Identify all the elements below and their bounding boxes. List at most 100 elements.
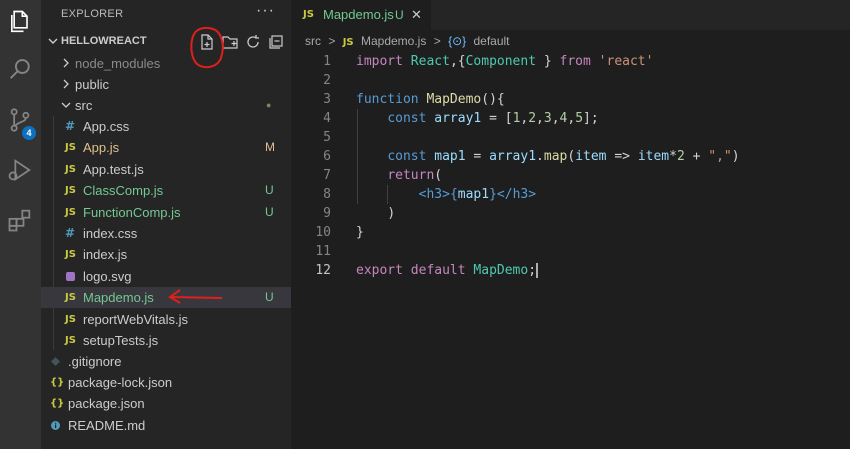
tree-item[interactable]: JS Mapdemo.js U: [41, 287, 291, 308]
json-file-icon: {}: [50, 398, 65, 409]
line-number: 4: [323, 111, 331, 126]
symbol-variable-icon: {⊙}: [448, 34, 467, 48]
tree-item[interactable]: JS index.js: [41, 244, 291, 265]
code-content: import React,{Component } from 'react': [356, 54, 654, 69]
tree-item[interactable]: JS App.js M: [41, 137, 291, 158]
code-line[interactable]: 1 import React,{Component } from 'react': [291, 52, 850, 71]
git-status-badge: U: [265, 205, 274, 219]
tree-item[interactable]: {} package.json: [41, 393, 291, 414]
close-icon[interactable]: ✕: [411, 0, 422, 30]
tree-item[interactable]: {} package-lock.json: [41, 372, 291, 393]
collapse-all-icon[interactable]: [267, 33, 285, 51]
code-content: <h3>{map1}</h3>: [418, 187, 537, 202]
files-icon[interactable]: [6, 8, 34, 36]
code-line[interactable]: 4 const array1 = [1,2,3,4,5];: [291, 109, 850, 128]
code-line[interactable]: 11: [291, 242, 850, 261]
breadcrumb-folder[interactable]: src: [305, 34, 321, 48]
js-file-icon: JS: [65, 142, 76, 153]
js-file-icon: JS: [65, 335, 76, 346]
tree-item-label: README.md: [68, 418, 146, 433]
chevron-right-icon: >: [328, 34, 336, 48]
new-file-icon[interactable]: [198, 33, 216, 51]
tree-item[interactable]: # App.css: [41, 116, 291, 137]
code-content: const array1 = [1,2,3,4,5];: [387, 111, 599, 126]
tree-item[interactable]: # index.css: [41, 223, 291, 244]
tree-item[interactable]: JS FunctionComp.js U: [41, 202, 291, 223]
run-debug-icon[interactable]: [6, 156, 34, 184]
code-content: const map1 = array1.map(item => item*2 +…: [387, 149, 740, 164]
code-editor[interactable]: 1 import React,{Component } from 'react' 2…: [291, 52, 850, 449]
breadcrumb-file[interactable]: Mapdemo.js: [361, 34, 426, 48]
line-number: 7: [323, 168, 331, 183]
code-line[interactable]: 6 const map1 = array1.map(item => item*2…: [291, 147, 850, 166]
tree-item-label: App.css: [83, 119, 130, 134]
css-file-icon: #: [65, 226, 76, 240]
git-diamond-icon: [50, 351, 61, 372]
tree-item-label: App.js: [83, 140, 120, 155]
code-content: export default MapDemo;: [356, 263, 539, 278]
line-number: 5: [323, 130, 331, 145]
more-actions-icon[interactable]: ···: [256, 2, 275, 20]
code-content: return(: [387, 168, 443, 183]
tree-item[interactable]: public: [41, 74, 291, 95]
tree-item-label: .gitignore: [68, 354, 122, 369]
code-content: ): [387, 206, 396, 221]
svg-file-icon: [65, 266, 76, 287]
tree-item-label: App.test.js: [83, 162, 144, 177]
code-line[interactable]: 2: [291, 71, 850, 90]
tree-item-label: logo.svg: [83, 269, 132, 284]
js-file-icon: JS: [65, 292, 76, 303]
git-status-badge: M: [265, 140, 275, 154]
git-status-badge: U: [265, 290, 274, 304]
tree-item[interactable]: JS App.test.js: [41, 159, 291, 180]
chevron-right-icon: [63, 58, 69, 68]
js-file-icon: JS: [65, 185, 76, 196]
workspace-title: HELLOWREACT: [61, 35, 147, 47]
chevron-down-icon: [61, 102, 71, 108]
breadcrumb-symbol[interactable]: default: [473, 34, 509, 48]
tree-item[interactable]: JS ClassComp.js U: [41, 180, 291, 201]
breadcrumb: src > JS Mapdemo.js > {⊙} default: [305, 34, 514, 52]
tree-item-label: ClassComp.js: [83, 183, 164, 198]
tree-item-label: node_modules: [75, 56, 161, 71]
refresh-icon[interactable]: [244, 33, 262, 51]
tree-item[interactable]: logo.svg: [41, 266, 291, 287]
new-folder-icon[interactable]: [221, 33, 239, 51]
code-line[interactable]: 12 export default MapDemo;: [291, 261, 850, 280]
code-line[interactable]: 9 ): [291, 204, 850, 223]
line-number: 1: [323, 54, 331, 69]
workspace-section[interactable]: HELLOWREACT: [41, 31, 291, 53]
code-line[interactable]: 5: [291, 128, 850, 147]
search-icon[interactable]: [6, 56, 34, 84]
tab-label: Mapdemo.js: [323, 7, 394, 22]
chevron-right-icon: [63, 79, 69, 89]
line-number: 2: [323, 73, 331, 88]
chevron-down-icon: [48, 38, 58, 44]
js-file-icon: JS: [65, 249, 76, 260]
code-line[interactable]: 3 function MapDemo(){: [291, 90, 850, 109]
tab-mapdemo[interactable]: JS Mapdemo.js U ✕: [291, 0, 431, 30]
tree-item[interactable]: .gitignore: [41, 351, 291, 372]
explorer-sidebar: EXPLORER ··· HELLOWREACT node_modules pub…: [41, 0, 291, 449]
js-file-icon: JS: [65, 207, 76, 218]
code-line[interactable]: 7 return(: [291, 166, 850, 185]
code-line[interactable]: 8 <h3>{map1}</h3>: [291, 185, 850, 204]
git-status-badge: ●: [266, 100, 272, 110]
tree-item-label: index.css: [83, 226, 138, 241]
tree-item-label: reportWebVitals.js: [83, 312, 189, 327]
chevron-right-icon: >: [433, 34, 441, 48]
tree-item[interactable]: node_modules: [41, 53, 291, 74]
scm-badge: 4: [22, 126, 36, 140]
extensions-icon[interactable]: [6, 206, 34, 234]
code-line[interactable]: 10}: [291, 223, 850, 242]
css-file-icon: #: [65, 119, 76, 133]
js-file-icon: JS: [65, 314, 76, 325]
js-file-icon: JS: [65, 164, 76, 175]
tree-item[interactable]: JS setupTests.js: [41, 330, 291, 351]
tree-item-label: package-lock.json: [68, 375, 173, 390]
js-file-icon: JS: [342, 37, 354, 48]
tree-item[interactable]: README.md: [41, 415, 291, 436]
code-content: }: [356, 225, 364, 240]
tree-item[interactable]: src ●: [41, 95, 291, 116]
tree-item[interactable]: JS reportWebVitals.js: [41, 309, 291, 330]
